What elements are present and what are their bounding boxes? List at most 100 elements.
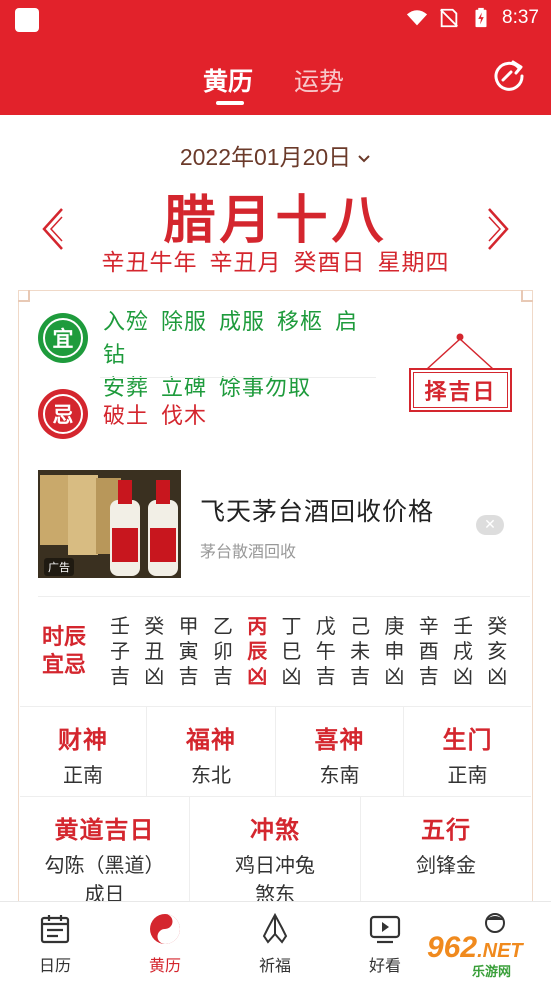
nav-label: 好看 — [368, 956, 401, 975]
nav-calendar[interactable]: 日历 — [15, 912, 95, 976]
ad-subtitle: 茅台散酒回收 — [200, 542, 297, 561]
gregorian-date: 2022年01月20日 — [179, 144, 352, 170]
weekday: 星期四 — [377, 250, 450, 276]
battery-charging-icon — [475, 7, 487, 28]
notification-icon — [15, 8, 39, 32]
lunar-date: 腊月十八 — [163, 190, 388, 251]
shichen-branch: 丑 — [144, 639, 165, 663]
ad-close-button[interactable]: ✕ — [476, 515, 504, 535]
ji-item: 伐木 — [161, 404, 208, 429]
shichen-column[interactable]: 己未吉 — [347, 614, 373, 689]
shichen-stem: 己 — [350, 614, 371, 638]
no-signal-icon — [440, 8, 458, 28]
card-corner-ornament — [18, 290, 30, 302]
shichen-column[interactable]: 癸丑凶 — [141, 614, 167, 689]
clock: 8:37 — [502, 7, 539, 28]
shichen-luck: 吉 — [110, 664, 130, 688]
shichen-branch: 酉 — [418, 639, 439, 663]
detail-value: 剑锋金 — [361, 851, 531, 880]
shichen-label: 时辰 宜忌 — [42, 623, 94, 679]
shichen-luck: 凶 — [247, 664, 268, 688]
shichen-label-line2: 宜忌 — [42, 652, 87, 678]
shichen-luck: 凶 — [281, 664, 302, 688]
hanging-sign-string-icon — [426, 333, 494, 370]
shichen-luck: 凶 — [384, 664, 405, 688]
calendar-icon — [40, 915, 70, 944]
active-tab-indicator — [216, 101, 244, 105]
shichen-column[interactable]: 乙卯吉 — [210, 614, 236, 689]
ad-title[interactable]: 飞天茅台酒回收价格 — [200, 492, 434, 528]
ji-list: 破土 伐木 — [103, 398, 219, 430]
detail-title: 冲煞 — [250, 815, 300, 844]
shichen-column[interactable]: 丁巳凶 — [279, 614, 305, 689]
god-title: 财神 — [58, 725, 108, 754]
nav-label: 黄历 — [148, 956, 181, 975]
shichen-luck: 吉 — [350, 664, 371, 688]
god-cell-xishen: 喜神 东南 — [276, 720, 403, 790]
date-picker[interactable]: 2022年01月20日 — [0, 138, 551, 172]
shichen-branch: 子 — [110, 639, 130, 663]
status-icons: 8:37 — [406, 7, 539, 29]
shichen-label-line1: 时辰 — [42, 624, 87, 650]
watermark-number: 962 — [427, 931, 478, 964]
god-cell-caishen: 财神 正南 — [20, 720, 146, 790]
shichen-column[interactable]: 丙辰凶 — [244, 614, 270, 689]
refresh-icon[interactable] — [491, 58, 527, 94]
nav-label: 祈福 — [258, 956, 291, 975]
shichen-stem: 癸 — [487, 614, 508, 638]
ganzhi-row: 辛丑牛年 辛丑月 癸酉日 星期四 — [0, 243, 551, 277]
tab-huangli[interactable]: 黄历 — [203, 62, 253, 98]
yi-badge: 宜 — [38, 313, 88, 363]
detail-title: 五行 — [421, 815, 471, 844]
shichen-stem: 壬 — [110, 614, 130, 638]
detail-line: 剑锋金 — [416, 853, 476, 877]
shichen-luck: 凶 — [144, 664, 165, 688]
ji-item: 破土 — [103, 404, 150, 429]
shichen-stem: 癸 — [144, 614, 165, 638]
god-value: 正南 — [63, 763, 103, 787]
grid-divider — [20, 796, 531, 797]
ji-badge-label: 忌 — [43, 394, 83, 434]
god-value: 东南 — [319, 763, 360, 787]
site-watermark-logo: 962.NET 乐游网 — [412, 925, 548, 980]
yin-yang-icon — [150, 914, 180, 944]
nav-huangli[interactable]: 黄历 — [125, 912, 205, 976]
detail-line: 勾陈（黑道） — [44, 853, 165, 877]
shichen-column[interactable]: 辛酉吉 — [416, 614, 442, 689]
god-value: 正南 — [447, 763, 488, 787]
detail-line: 鸡日冲兔 — [235, 853, 315, 877]
next-day-arrow-icon[interactable] — [485, 205, 511, 253]
detail-cell-huangdao: 黄道吉日 勾陈（黑道） 成日 — [20, 810, 189, 909]
shichen-stem: 丙 — [247, 614, 268, 638]
card-corner-ornament — [521, 290, 533, 302]
god-title: 喜神 — [314, 725, 365, 754]
yi-badge-label: 宜 — [43, 318, 83, 358]
shichen-column[interactable]: 庚申凶 — [381, 614, 407, 689]
detail-cell-wuxing: 五行 剑锋金 — [361, 810, 531, 880]
sign-board: 择吉日 — [409, 368, 512, 412]
shichen-column[interactable]: 甲寅吉 — [176, 614, 202, 689]
shichen-stem: 辛 — [418, 614, 439, 638]
shichen-grid[interactable]: 壬子吉癸丑凶甲寅吉乙卯吉丙辰凶丁巳凶戊午吉己未吉庚申凶辛酉吉壬戌凶癸亥凶 — [107, 614, 515, 692]
shichen-branch: 戌 — [453, 639, 473, 663]
shichen-column[interactable]: 壬戌凶 — [450, 614, 476, 689]
watermark-sub: 乐游网 — [472, 965, 512, 980]
divider — [100, 377, 376, 378]
shichen-column[interactable]: 癸亥凶 — [484, 614, 510, 689]
prev-day-arrow-icon[interactable] — [40, 205, 66, 253]
watermark-text: 962.NET — [427, 931, 523, 965]
shichen-column[interactable]: 壬子吉 — [107, 614, 133, 689]
shichen-branch: 巳 — [281, 639, 302, 663]
choose-auspicious-day-button[interactable]: 择吉日 — [405, 333, 515, 413]
nav-label: 日历 — [38, 956, 71, 975]
yi-item: 馀事勿取 — [219, 376, 312, 401]
detail-title: 黄道吉日 — [54, 815, 155, 844]
shichen-luck: 吉 — [418, 664, 439, 688]
nav-qifu[interactable]: 祈福 — [235, 912, 315, 976]
watermark-suffix: .NET — [477, 940, 523, 962]
ganzhi-month: 辛丑月 — [209, 250, 282, 276]
tab-yunshi[interactable]: 运势 — [294, 62, 344, 98]
divider — [38, 596, 530, 597]
shichen-column[interactable]: 戊午吉 — [313, 614, 339, 689]
god-value: 东北 — [191, 763, 231, 787]
